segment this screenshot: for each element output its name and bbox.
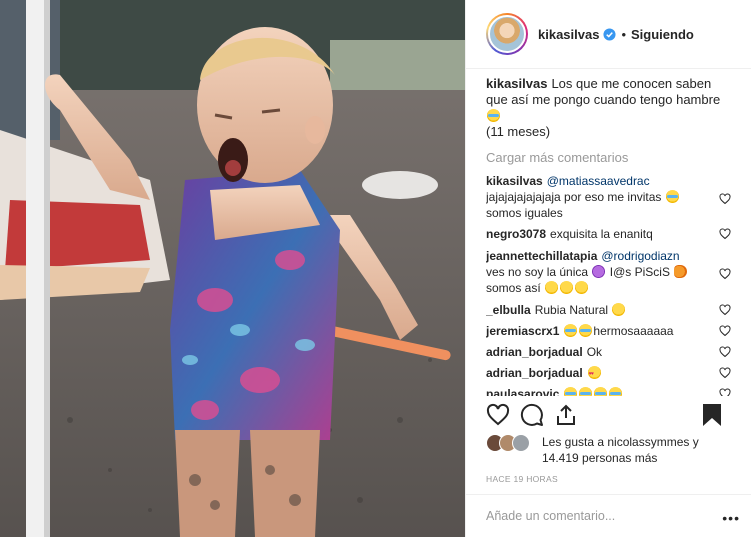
liker-avatars[interactable] <box>486 434 536 452</box>
comment-text: jajajajajajajaja por eso me invitas <box>486 190 662 204</box>
crying-laughing-emoji-icon <box>579 324 593 337</box>
likes-summary: Les gusta a nicolassymmes y 14.419 perso… <box>486 434 736 466</box>
comment-username[interactable]: _elbulla <box>486 303 531 317</box>
post-caption: kikasilvas Los que me conocen saben que a… <box>486 76 731 140</box>
post-header: kikasilvas • Siguiendo <box>466 0 751 69</box>
like-comment-heart-icon[interactable] <box>719 228 731 240</box>
comment-item: jeannettechillatapia @rodrigodiazn ves no… <box>486 248 731 296</box>
post-actions-bar <box>486 403 722 427</box>
header-separator: • <box>621 26 627 42</box>
comment-text: Ok <box>586 345 603 359</box>
header-username[interactable]: kikasilvas <box>538 27 599 42</box>
comment-username[interactable]: kikasilvas <box>486 174 543 188</box>
caption-username[interactable]: kikasilvas <box>486 76 547 91</box>
post-photo[interactable] <box>0 0 465 537</box>
comments-list[interactable]: kikasilvas Los que me conocen saben que a… <box>486 76 731 396</box>
verified-badge-icon <box>603 27 616 41</box>
comment-username[interactable]: adrian_borjadual <box>486 345 583 359</box>
comment-mention[interactable]: @matiassaavedrac <box>547 174 650 188</box>
comment-item: adrian_borjadual Ok <box>486 344 731 360</box>
smiling-face-emoji-icon <box>612 303 626 316</box>
like-comment-heart-icon[interactable] <box>719 325 731 337</box>
crying-laughing-emoji-icon <box>487 109 500 122</box>
rolling-laughing-emoji-icon <box>579 387 593 396</box>
comment-icon[interactable] <box>520 403 544 427</box>
comment-text: ves no soy la única <box>486 265 589 279</box>
like-comment-heart-icon[interactable] <box>719 388 731 396</box>
post-side-panel: kikasilvas • Siguiendo kikasilvas Los que… <box>465 0 751 537</box>
comment-text: Rubia Natural <box>534 303 609 317</box>
like-comment-heart-icon[interactable] <box>719 346 731 358</box>
following-button[interactable]: Siguiendo <box>631 27 694 42</box>
comment-username[interactable]: paulasarovic <box>486 387 559 396</box>
comment-item: _elbulla Rubia Natural <box>486 302 731 318</box>
laughing-emoji-icon <box>545 281 559 294</box>
like-comment-heart-icon[interactable] <box>719 193 731 205</box>
comment-text: exquisita la enanitq <box>550 227 653 241</box>
comment-username[interactable]: adrian_borjadual <box>486 366 583 380</box>
crying-laughing-emoji-icon <box>665 190 679 203</box>
rolling-laughing-emoji-icon <box>594 387 608 396</box>
avatar[interactable] <box>512 434 530 452</box>
comment-username[interactable]: jeremiascrx1 <box>486 324 559 338</box>
fish-emoji-icon <box>674 265 688 278</box>
laughing-emoji-icon <box>575 281 589 294</box>
comment-item: jeremiascrx1 hermosaaaaaa <box>486 323 731 339</box>
post-timestamp[interactable]: HACE 19 HORAS <box>486 474 558 484</box>
comment-input[interactable] <box>486 509 716 523</box>
heart-icon[interactable] <box>486 403 510 427</box>
comment-text-line3: somos así <box>486 281 541 295</box>
comment-text-continued: I@s PiSciS <box>609 265 670 279</box>
comment-item: paulasarovic <box>486 386 731 396</box>
avatar[interactable] <box>488 15 526 53</box>
share-icon[interactable] <box>554 403 578 427</box>
comment-username[interactable]: negro3078 <box>486 227 546 241</box>
add-comment-bar: ••• <box>466 494 751 537</box>
profile-avatar-ring[interactable] <box>486 13 528 55</box>
comment-text-continued: somos iguales <box>486 206 563 220</box>
likes-line1: Les gusta a nicolassymmes y <box>542 435 699 449</box>
comment-item: negro3078 exquisita la enanitq <box>486 226 731 242</box>
ellipsis-icon[interactable]: ••• <box>722 510 740 526</box>
load-more-comments-link[interactable]: Cargar más comentarios <box>486 150 731 165</box>
instagram-post: kikasilvas • Siguiendo kikasilvas Los que… <box>0 0 751 537</box>
bookmark-icon[interactable] <box>702 403 722 427</box>
like-comment-heart-icon[interactable] <box>719 367 731 379</box>
likes-count-text[interactable]: Les gusta a nicolassymmes y 14.419 perso… <box>542 434 699 466</box>
caption-age: (11 meses) <box>486 124 551 139</box>
likes-line2: 14.419 personas más <box>542 451 658 465</box>
laughing-emoji-icon <box>560 281 574 294</box>
heart-eyes-emoji-icon <box>587 366 601 382</box>
rolling-laughing-emoji-icon <box>609 387 623 396</box>
baby-at-beach-image <box>0 0 465 537</box>
comment-username[interactable]: jeannettechillatapia <box>486 249 597 263</box>
like-comment-heart-icon[interactable] <box>719 304 731 316</box>
comment-item: adrian_borjadual <box>486 365 731 382</box>
comment-item: kikasilvas @matiassaavedrac jajajajajajaj… <box>486 173 731 221</box>
crying-laughing-emoji-icon <box>564 324 578 337</box>
comment-text: hermosaaaaaa <box>593 324 674 338</box>
like-comment-heart-icon[interactable] <box>719 268 731 280</box>
rolling-laughing-emoji-icon <box>564 387 578 396</box>
purple-face-emoji-icon <box>592 265 606 278</box>
comment-mention[interactable]: @rodrigodiazn <box>601 249 679 263</box>
